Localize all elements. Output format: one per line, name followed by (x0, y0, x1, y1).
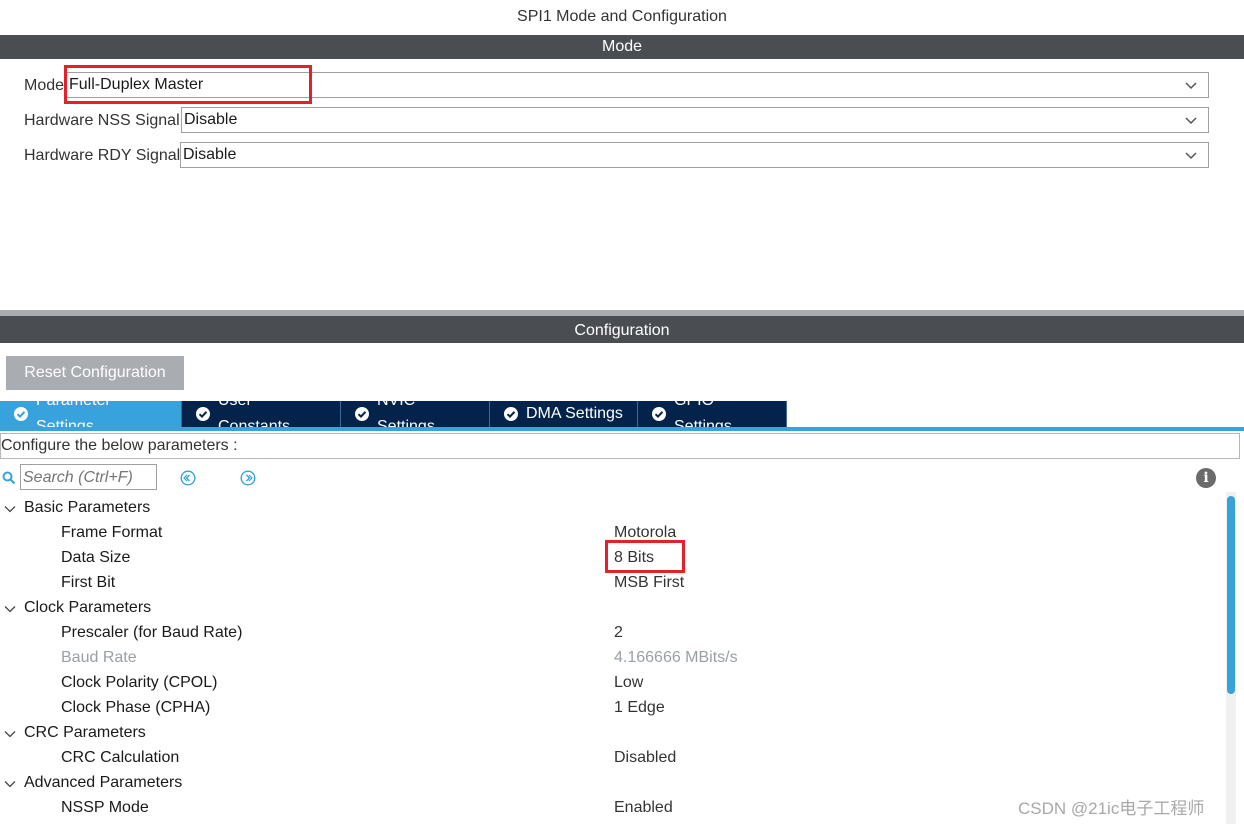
tab-label: DMA Settings (526, 405, 623, 422)
chevron-down-icon (1185, 152, 1197, 160)
collapse-chevron-icon[interactable] (4, 603, 16, 615)
mode-section-header: Mode (0, 35, 1244, 59)
hardware-rdy-select[interactable]: Disable (180, 142, 1209, 168)
param-name[interactable]: CRC Calculation (61, 749, 179, 767)
tab-bar: Parameter Settings User Constants NVIC S… (0, 392, 787, 435)
watermark: CSDN @21ic电子工程师 (1018, 799, 1205, 818)
param-value: 4.166666 MBits/s (614, 649, 738, 666)
check-circle-icon (14, 407, 28, 421)
param-name[interactable]: Clock Phase (CPHA) (61, 699, 210, 717)
param-value[interactable]: Low (614, 674, 643, 692)
check-circle-icon (355, 407, 369, 421)
param-value[interactable]: MSB First (614, 574, 684, 592)
search-icon[interactable] (2, 471, 16, 485)
reset-configuration-button[interactable]: Reset Configuration (6, 356, 184, 390)
previous-match-icon[interactable] (180, 470, 196, 486)
configuration-section-header: Configuration (0, 316, 1244, 343)
param-name[interactable]: Frame Format (61, 524, 162, 542)
chevron-down-icon (1185, 82, 1197, 90)
param-value[interactable]: Disabled (614, 749, 676, 767)
collapse-chevron-icon[interactable] (4, 728, 16, 740)
group-advanced-parameters[interactable]: Advanced Parameters (24, 774, 182, 792)
search-input[interactable] (20, 464, 157, 490)
mode-label: Mode (24, 77, 65, 94)
tab-user-constants[interactable]: User Constants (182, 392, 341, 435)
check-circle-icon (504, 407, 518, 421)
next-match-icon[interactable] (240, 470, 256, 486)
param-name[interactable]: Data Size (61, 549, 130, 567)
mode-highlight-box (64, 65, 312, 104)
hardware-nss-select[interactable]: Disable (181, 107, 1209, 133)
window-title: SPI1 Mode and Configuration (517, 8, 727, 25)
param-value[interactable]: 1 Edge (614, 699, 665, 717)
configure-instructions: Configure the below parameters : (0, 433, 1240, 459)
data-size-highlight-box (605, 540, 685, 573)
param-name[interactable]: First Bit (61, 574, 115, 592)
param-name[interactable]: NSSP Mode (61, 799, 149, 817)
collapse-chevron-icon[interactable] (4, 503, 16, 515)
param-name[interactable]: Clock Polarity (CPOL) (61, 674, 217, 692)
hardware-nss-value: Disable (184, 111, 238, 128)
param-name[interactable]: Prescaler (for Baud Rate) (61, 624, 242, 642)
info-icon[interactable]: i (1196, 468, 1216, 488)
group-basic-parameters[interactable]: Basic Parameters (24, 499, 150, 517)
tab-gpio-settings[interactable]: GPIO Settings (638, 392, 787, 435)
scrollbar-thumb[interactable] (1227, 496, 1235, 694)
group-crc-parameters[interactable]: CRC Parameters (24, 724, 146, 742)
hardware-rdy-label: Hardware RDY Signal (24, 147, 181, 164)
collapse-chevron-icon[interactable] (4, 778, 16, 790)
tab-parameter-settings[interactable]: Parameter Settings (0, 392, 182, 435)
tab-dma-settings[interactable]: DMA Settings (490, 401, 638, 427)
group-clock-parameters[interactable]: Clock Parameters (24, 599, 151, 617)
chevron-down-icon (1185, 117, 1197, 125)
param-value[interactable]: 2 (614, 624, 623, 642)
check-circle-icon (652, 407, 666, 421)
tab-underline (0, 427, 1244, 431)
check-circle-icon (196, 407, 210, 421)
tab-nvic-settings[interactable]: NVIC Settings (341, 392, 490, 435)
param-value[interactable]: Enabled (614, 799, 673, 817)
hardware-rdy-value: Disable (183, 146, 237, 163)
param-name: Baud Rate (61, 649, 137, 666)
hardware-nss-label: Hardware NSS Signal (24, 112, 180, 129)
